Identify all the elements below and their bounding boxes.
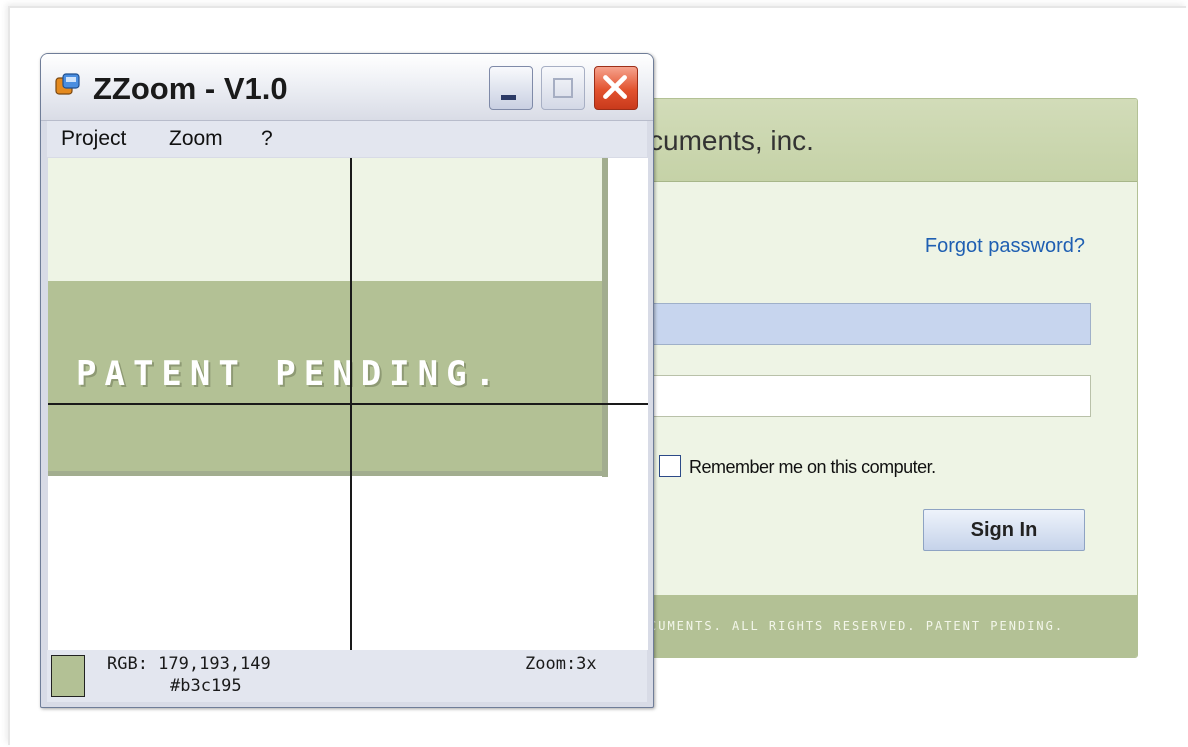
zoomed-shadow: [602, 158, 608, 477]
menu-bar: Project Zoom ?: [47, 121, 647, 157]
crosshair-horizontal: [48, 403, 648, 405]
window-title: ZZoom - V1.0: [93, 71, 288, 106]
zoomed-shadow-bottom: [48, 471, 608, 476]
sign-in-button[interactable]: Sign In: [923, 509, 1085, 551]
close-button[interactable]: [594, 66, 638, 110]
menu-project[interactable]: Project: [61, 127, 126, 151]
forgot-password-link[interactable]: Forgot password?: [925, 235, 1085, 258]
footer-text: CUMENTS. ALL RIGHTS RESERVED. PATENT PEN…: [649, 619, 1065, 633]
zzoom-window: ZZoom - V1.0 Project Zoom ? PATENT PENDI…: [40, 53, 654, 708]
login-header: cuments, inc.: [599, 99, 1137, 182]
maximize-button[interactable]: [541, 66, 585, 110]
zoom-canvas[interactable]: PATENT PENDING.: [48, 158, 648, 650]
zoom-readout: Zoom:3x: [525, 654, 597, 674]
zoomed-text: PATENT PENDING.: [76, 354, 504, 394]
color-swatch: [51, 655, 85, 697]
password-field[interactable]: [639, 375, 1091, 417]
remember-me-label: Remember me on this computer.: [689, 457, 936, 477]
menu-zoom[interactable]: Zoom: [169, 127, 223, 151]
login-footer: CUMENTS. ALL RIGHTS RESERVED. PATENT PEN…: [599, 595, 1137, 657]
title-bar[interactable]: ZZoom - V1.0: [41, 54, 653, 121]
status-bar: RGB: 179,193,149 #b3c195 Zoom:3x: [47, 650, 647, 702]
close-icon: [603, 75, 627, 99]
minimize-icon: [501, 95, 516, 100]
app-icon[interactable]: [55, 72, 81, 98]
maximize-icon: [553, 78, 573, 98]
minimize-button[interactable]: [489, 66, 533, 110]
zoomed-panel-area: [48, 158, 602, 281]
hex-readout: #b3c195: [170, 676, 242, 696]
rgb-readout: RGB: 179,193,149: [107, 654, 271, 674]
login-panel: cuments, inc. Forgot password? Remember …: [598, 98, 1138, 658]
email-field[interactable]: [639, 303, 1091, 345]
menu-help[interactable]: ?: [261, 127, 273, 151]
company-title: cuments, inc.: [649, 125, 814, 156]
remember-me-checkbox[interactable]: [659, 455, 681, 477]
